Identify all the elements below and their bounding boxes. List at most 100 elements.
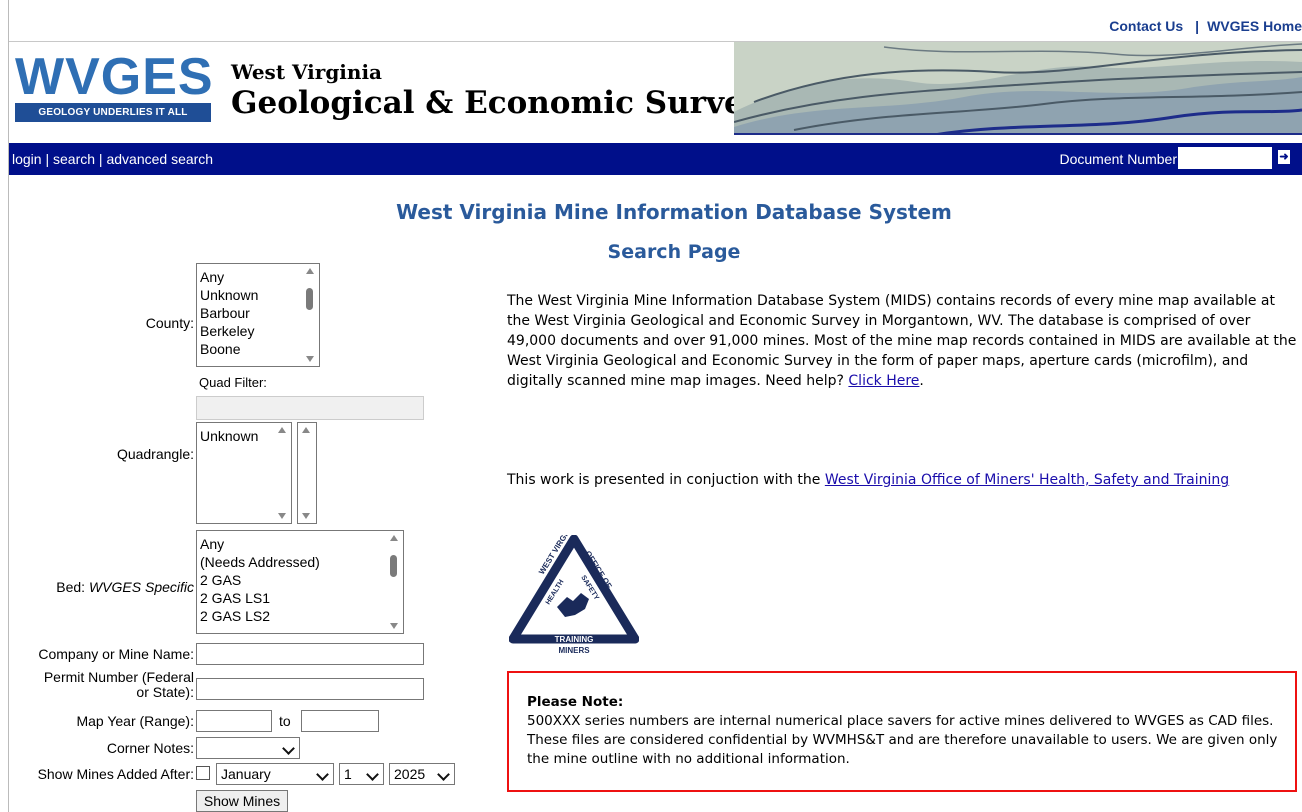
bed-listbox[interactable]: Any (Needs Addressed) 2 GAS 2 GAS LS1 2 … [196, 530, 404, 634]
partner-paragraph: This work is presented in conjuction wit… [507, 470, 1297, 490]
page-subtitle: Search Page [607, 241, 741, 263]
contact-us-link[interactable]: Contact Us [1109, 18, 1183, 34]
county-label: County: [145, 315, 194, 331]
intro-period: . [919, 373, 924, 389]
top-links-separator: | [1195, 18, 1200, 34]
month-value: January [221, 766, 271, 782]
page-title: West Virginia Mine Information Database … [396, 200, 952, 224]
quadrangle-scrollbar[interactable] [274, 423, 291, 523]
scroll-up-icon[interactable] [302, 427, 310, 433]
quadrangle-secondary-list[interactable] [297, 422, 317, 524]
corner-notes-select[interactable] [196, 737, 300, 759]
scroll-down-icon[interactable] [306, 356, 314, 362]
scroll-down-icon[interactable] [390, 623, 398, 629]
bed-label-text: Bed: [56, 579, 86, 595]
day-value: 1 [344, 766, 352, 782]
scroll-thumb[interactable] [390, 555, 397, 577]
seal-training-text: TRAINING [555, 635, 594, 644]
bed-option[interactable]: Any [197, 535, 403, 553]
permit-label: Permit Number (Federal or State): [44, 670, 194, 700]
county-option[interactable]: Any [197, 268, 319, 286]
page-left-edge [0, 0, 9, 812]
bed-option[interactable]: 2 GAS LS2 [197, 607, 403, 625]
scroll-down-icon[interactable] [278, 513, 286, 519]
survey-title: West Virginia Geological & Economic Surv… [231, 60, 762, 122]
county-option[interactable]: Boone [197, 340, 319, 358]
survey-title-line1: West Virginia [231, 60, 382, 84]
county-options: Any Unknown Barbour Berkeley Boone [197, 264, 319, 358]
map-year-from-input[interactable] [196, 710, 272, 732]
county-scrollbar[interactable] [302, 264, 319, 366]
month-select[interactable]: January [216, 763, 334, 785]
scroll-up-icon[interactable] [278, 427, 286, 433]
logo-tagline: GEOLOGY UNDERLIES IT ALL [15, 103, 211, 122]
logo-letters: WVGES [15, 48, 214, 106]
partner-text: This work is presented in conjuction wit… [507, 472, 825, 488]
wvges-home-link[interactable]: WVGES Home [1207, 18, 1302, 34]
note-text: Please Note: 500XXX series numbers are i… [527, 693, 1287, 769]
year-value: 2025 [394, 766, 426, 782]
chevron-down-icon [316, 768, 329, 781]
search-link[interactable]: search [53, 151, 95, 167]
please-note-box: Please Note: 500XXX series numbers are i… [507, 671, 1297, 792]
help-link[interactable]: Click Here [848, 373, 919, 389]
bed-option[interactable]: (Needs Addressed) [197, 553, 403, 571]
login-link[interactable]: login [12, 151, 42, 167]
permit-input[interactable] [196, 678, 424, 700]
map-year-to-input[interactable] [301, 710, 379, 732]
seal-miners-text: MINERS [558, 646, 590, 655]
permit-label-line2: or State): [136, 684, 194, 700]
map-year-label: Map Year (Range): [76, 713, 194, 729]
show-added-checkbox[interactable] [196, 766, 210, 780]
nav-separator: | [95, 151, 107, 167]
intro-paragraph: The West Virginia Mine Information Datab… [507, 291, 1297, 391]
scroll-thumb[interactable] [306, 288, 313, 310]
show-mines-button[interactable]: Show Mines [196, 790, 288, 812]
document-number-input[interactable] [1178, 147, 1272, 169]
header-banner: WVGES GEOLOGY UNDERLIES IT ALL West Virg… [9, 42, 1302, 135]
scroll-down-icon[interactable] [302, 513, 310, 519]
county-option[interactable]: Berkeley [197, 322, 319, 340]
quad-filter-label: Quad Filter: [199, 375, 267, 390]
chevron-down-icon [437, 768, 450, 781]
top-links: Contact Us | WVGES Home [1109, 18, 1302, 34]
bed-option[interactable]: 2 GAS [197, 571, 403, 589]
top-bar: Contact Us | WVGES Home [9, 0, 1302, 42]
company-input[interactable] [196, 643, 424, 665]
scroll-up-icon[interactable] [390, 535, 398, 541]
scroll-up-icon[interactable] [306, 268, 314, 274]
note-heading: Please Note: [527, 694, 624, 710]
county-option[interactable]: Barbour [197, 304, 319, 322]
county-option[interactable]: Unknown [197, 286, 319, 304]
corner-notes-label: Corner Notes: [106, 740, 194, 756]
bed-scrollbar[interactable] [386, 531, 403, 633]
day-select[interactable]: 1 [339, 763, 384, 785]
bed-option[interactable]: 2 GAS LS1 [197, 589, 403, 607]
note-body: 500XXX series numbers are internal numer… [527, 713, 1278, 767]
quad-filter-input[interactable] [196, 396, 424, 420]
year-select[interactable]: 2025 [389, 763, 455, 785]
permit-label-line1: Permit Number (Federal [43, 669, 194, 685]
nav-bar: login | search | advanced search Documen… [9, 143, 1302, 175]
quadrangle-listbox[interactable]: Unknown [196, 422, 292, 524]
county-listbox[interactable]: Any Unknown Barbour Berkeley Boone [196, 263, 320, 367]
chevron-down-icon [282, 742, 295, 755]
quadrangle-label: Quadrangle: [116, 446, 194, 462]
partner-link[interactable]: West Virginia Office of Miners' Health, … [825, 472, 1229, 488]
go-arrow-icon[interactable]: ➜ [1278, 150, 1290, 164]
wvges-logo[interactable]: WVGES GEOLOGY UNDERLIES IT ALL [15, 48, 214, 126]
survey-title-line2: Geological & Economic Survey [231, 85, 762, 121]
show-added-label: Show Mines Added After: [37, 766, 194, 782]
bed-label: Bed: WVGES Specific [56, 579, 194, 595]
wvmhst-seal-logo: WEST VIRGINIA OFFICE OF HEALTH SAFETY TR… [509, 535, 639, 655]
company-label: Company or Mine Name: [38, 646, 194, 662]
map-year-to-label: to [279, 713, 291, 729]
bed-options: Any (Needs Addressed) 2 GAS 2 GAS LS1 2 … [197, 531, 403, 625]
quadrangle-secondary-scrollbar[interactable] [298, 423, 316, 523]
advanced-search-link[interactable]: advanced search [106, 151, 213, 167]
document-number-label: Document Number [1059, 151, 1178, 167]
chevron-down-icon [366, 768, 379, 781]
page-frame: Contact Us | WVGES Home WVGES GEOLOGY UNDE… [9, 0, 1302, 812]
nav-links: login | search | advanced search [12, 151, 213, 167]
geologic-map-graphic [734, 42, 1302, 135]
